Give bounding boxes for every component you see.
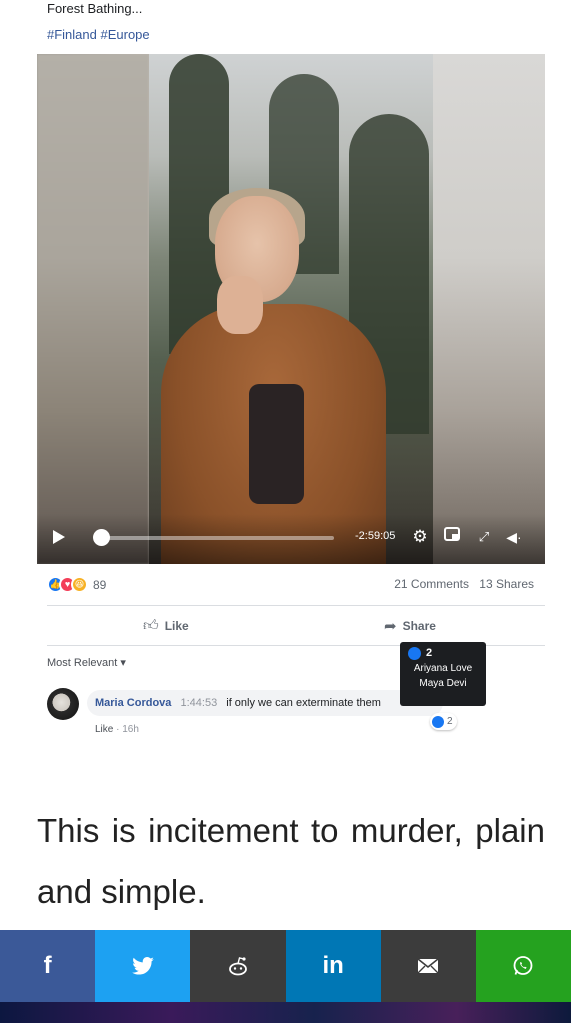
facebook-icon: f [43,952,52,979]
tooltip-name: Maya Devi [419,678,467,689]
seek-bar[interactable] [102,536,334,540]
post-hashtags[interactable]: #Finland #Europe [47,26,527,44]
reactions-summary[interactable]: 👍 ♥ 😆 89 [47,576,106,593]
reddit-share-button[interactable] [190,930,286,1002]
seek-handle[interactable] [93,529,110,546]
time-remaining: -2:59:05 [355,530,396,542]
haha-reaction-icon: 😆 [71,576,88,593]
like-label: Like [164,619,189,633]
comment-timestamp[interactable]: 1:44:53 [180,697,217,709]
share-arrow-icon: ➦ [384,618,397,635]
video-controls: -2:59:05 ⚙ ⤢ ◀· [37,514,545,564]
like-button[interactable]: 👍︎ Like [143,617,189,635]
tooltip-name: Ariyana Love [413,663,473,674]
reddit-icon [229,957,247,976]
comment-text: if only we can exterminate them [226,697,381,709]
post-stats: 👍 ♥ 😆 89 21 Comments 13 Shares [47,576,534,596]
facebook-share-button[interactable]: f [0,930,96,1002]
linkedin-share-button[interactable]: in [285,930,381,1002]
comment-meta: Like · 16h [95,724,139,735]
thumbs-up-icon: 👍︎ [143,617,159,634]
share-button[interactable]: ➦ Share [384,617,436,635]
person-shirt [249,384,304,504]
post-header: Forest Bathing... #Finland #Europe [47,0,527,44]
volume-icon[interactable]: ◀· [503,526,525,548]
reaction-count: 89 [93,577,107,592]
like-reaction-icon [432,715,444,728]
shares-count[interactable]: 13 Shares [479,577,534,591]
email-icon [417,958,439,974]
like-reaction-icon [408,647,421,660]
tooltip-count: 2 [426,647,433,659]
bottom-background-strip [0,1002,571,1023]
play-icon[interactable] [53,530,65,544]
comment-bubble: Maria Cordova 1:44:53 if only we can ext… [87,690,443,716]
twitter-share-button[interactable] [95,930,191,1002]
social-share-bar: f in [0,930,571,1002]
comment-age: 16h [122,724,139,735]
whatsapp-icon [514,956,533,975]
share-label: Share [402,619,436,633]
email-share-button[interactable] [380,930,476,1002]
comment-reactions[interactable]: 2 [430,713,457,730]
video-blur-left [37,54,149,564]
avatar[interactable] [47,688,79,720]
comment-like-link[interactable]: Like [95,724,113,735]
twitter-icon [131,957,154,975]
post-actions: 👍︎ Like ➦ Share [47,609,545,643]
gear-icon[interactable]: ⚙ [409,526,431,548]
miniplayer-icon[interactable] [441,526,463,548]
expand-icon[interactable]: ⤢ [473,526,495,548]
video-frame [149,54,433,564]
divider [47,605,545,606]
whatsapp-share-button[interactable] [475,930,571,1002]
person-hand [217,276,263,334]
video-blur-right [433,54,545,564]
comment-sort-dropdown[interactable]: Most Relevant ▾ [47,656,126,669]
comment-author[interactable]: Maria Cordova [95,697,171,709]
linkedin-icon: in [322,952,344,979]
comments-count[interactable]: 21 Comments [394,577,469,591]
article-paragraph: This is incitement to murder, plain and … [37,812,545,910]
reactions-tooltip: 2 Ariyana Love Maya Devi [400,642,486,706]
comment-reaction-count: 2 [447,716,453,727]
video-player[interactable]: -2:59:05 ⚙ ⤢ ◀· [37,54,545,564]
post-title: Forest Bathing... [47,1,143,16]
